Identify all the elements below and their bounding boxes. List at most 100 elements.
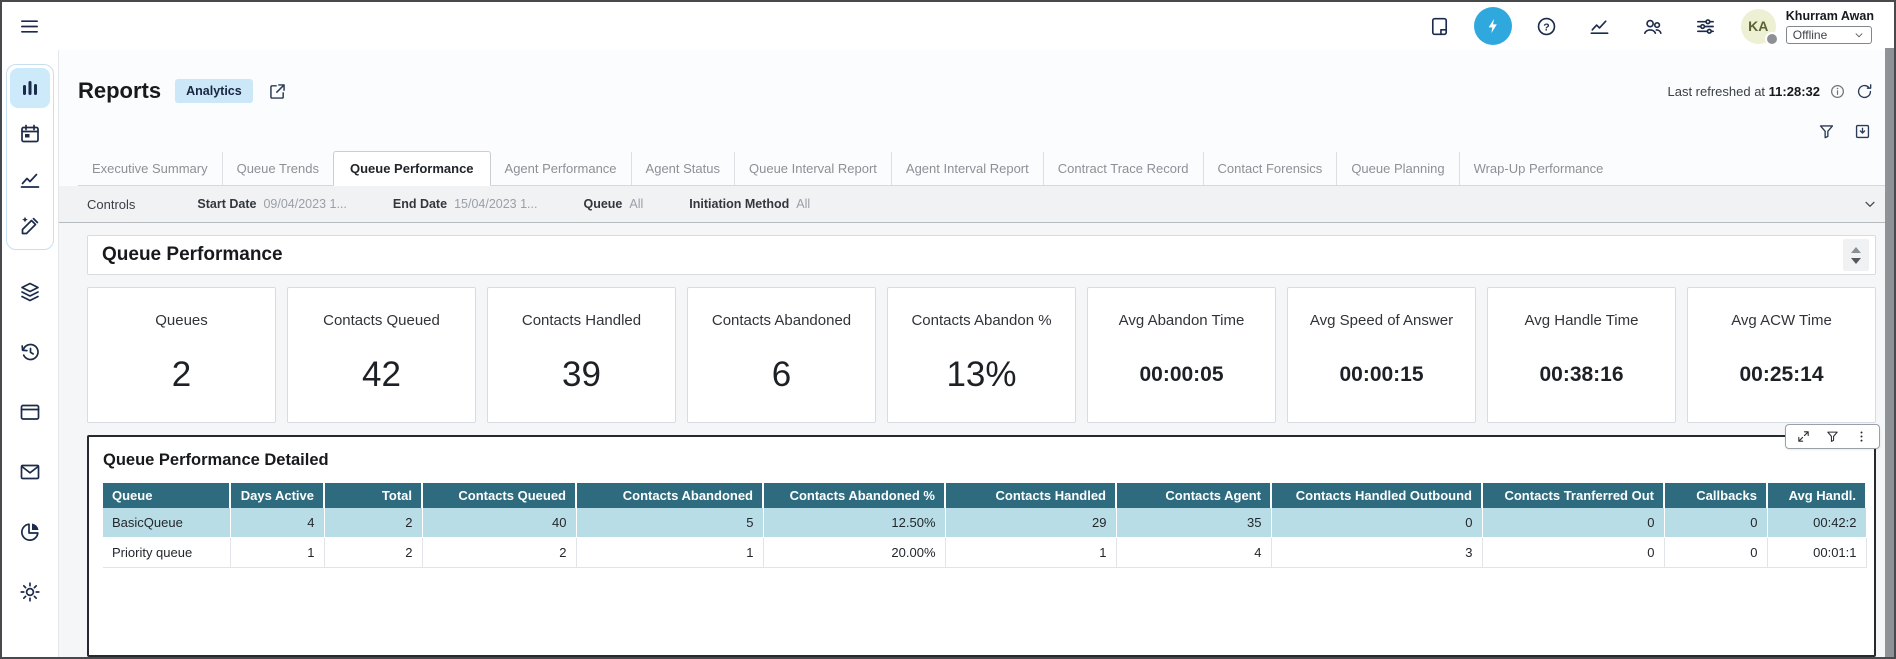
info-icon[interactable]	[1829, 83, 1846, 100]
tab-executive-summary[interactable]: Executive Summary	[78, 152, 222, 185]
filter-value: 15/04/2023 1...	[454, 197, 537, 211]
kpi-value: 00:38:16	[1488, 363, 1675, 387]
queue-performance-detailed-panel[interactable]: Queue Performance Detailed QueueDays Act…	[87, 435, 1876, 657]
window-scrollbar[interactable]	[1885, 48, 1894, 657]
stepper-down-icon[interactable]	[1851, 258, 1861, 264]
cell: 0	[1664, 508, 1767, 538]
user-area: KA Khurram Awan Offline	[1741, 9, 1874, 44]
status-select[interactable]: Offline	[1786, 26, 1872, 44]
column-header-contacts-abandoned[interactable]: Contacts Abandoned %	[763, 483, 945, 508]
metrics-icon[interactable]	[1588, 15, 1611, 38]
refresh-icon[interactable]	[1855, 82, 1874, 101]
cell: 2	[324, 508, 422, 538]
sidebar-item-gear-icon[interactable]	[10, 572, 50, 612]
column-header-avg-handl[interactable]: Avg Handl.	[1767, 483, 1866, 508]
tab-agent-performance[interactable]: Agent Performance	[491, 152, 631, 185]
external-link-icon[interactable]	[267, 81, 288, 102]
sidebar-item-layers-icon[interactable]	[10, 272, 50, 312]
chevron-down-icon	[1853, 29, 1865, 41]
kpi-card-avg-abandon-time[interactable]: Avg Abandon Time00:00:05	[1087, 287, 1276, 423]
settings-sliders-icon[interactable]	[1694, 15, 1717, 38]
topbar: ? KA Khurram Awan Offline	[2, 2, 1894, 50]
tab-wrap-up-performance[interactable]: Wrap-Up Performance	[1459, 152, 1618, 185]
filter-value: 09/04/2023 1...	[263, 197, 346, 211]
status-dot-icon	[1765, 32, 1779, 46]
tab-queue-performance[interactable]: Queue Performance	[333, 151, 491, 186]
filter-label: Initiation Method	[689, 197, 789, 211]
column-header-contacts-abandoned[interactable]: Contacts Abandoned	[576, 483, 763, 508]
filter-funnel-icon[interactable]	[1817, 122, 1836, 141]
column-header-contacts-agent[interactable]: Contacts Agent	[1116, 483, 1271, 508]
sidebar-item-pie-chart-icon[interactable]	[10, 512, 50, 552]
table-row-basicqueue[interactable]: BasicQueue4240512.50%293500000:42:2	[103, 508, 1866, 538]
quick-actions-icon[interactable]	[1474, 7, 1512, 45]
cell: Priority queue	[103, 538, 230, 568]
sidebar-item-calendar-icon[interactable]	[10, 114, 50, 154]
cell: 2	[324, 538, 422, 568]
filter-start-date[interactable]: Start Date 09/04/2023 1...	[197, 195, 346, 213]
cell: 1	[576, 538, 763, 568]
stepper-up-icon[interactable]	[1851, 247, 1861, 253]
sidebar-item-mail-icon[interactable]	[10, 452, 50, 492]
table-container: QueueDays ActiveTotalContacts QueuedCont…	[103, 483, 1874, 568]
sidebar-item-bar-chart-icon[interactable]	[10, 68, 50, 108]
tab-queue-planning[interactable]: Queue Planning	[1336, 152, 1458, 185]
sidebar	[2, 50, 59, 657]
kpi-label: Contacts Queued	[288, 312, 475, 329]
cell: 5	[576, 508, 763, 538]
cell: 0	[1664, 538, 1767, 568]
kebab-menu-icon[interactable]	[1854, 429, 1869, 444]
kpi-value: 00:25:14	[1688, 363, 1875, 387]
filter-label: Start Date	[197, 197, 256, 211]
topbar-right: ? KA Khurram Awan Offline	[1428, 7, 1874, 45]
column-header-contacts-tranferred-out[interactable]: Contacts Tranferred Out	[1482, 483, 1664, 508]
kpi-card-contacts-handled[interactable]: Contacts Handled39	[487, 287, 676, 423]
sidebar-item-line-chart-icon[interactable]	[10, 160, 50, 200]
agents-icon[interactable]	[1641, 15, 1664, 38]
kpi-card-queues[interactable]: Queues2	[87, 287, 276, 423]
filter-initiation-method[interactable]: Initiation MethodAll	[689, 195, 810, 213]
column-header-total[interactable]: Total	[324, 483, 422, 508]
kpi-card-contacts-abandoned[interactable]: Contacts Abandoned6	[687, 287, 876, 423]
kpi-card-contacts-queued[interactable]: Contacts Queued42	[287, 287, 476, 423]
queue-performance-table: QueueDays ActiveTotalContacts QueuedCont…	[103, 483, 1867, 568]
cell: 3	[1271, 538, 1482, 568]
cell: 40	[422, 508, 576, 538]
download-icon[interactable]	[1853, 122, 1872, 141]
filter-queue[interactable]: QueueAll	[583, 195, 643, 213]
analytics-badge: Analytics	[175, 79, 253, 103]
sidebar-item-browser-window-icon[interactable]	[10, 392, 50, 432]
expand-icon[interactable]	[1796, 429, 1811, 444]
column-header-contacts-handled-outbound[interactable]: Contacts Handled Outbound	[1271, 483, 1482, 508]
controls-expand-chevron-icon[interactable]	[1862, 196, 1878, 212]
tab-contact-forensics[interactable]: Contact Forensics	[1203, 152, 1337, 185]
controls-label: Controls	[87, 197, 135, 212]
topbar-icon-group: ?	[1428, 7, 1717, 45]
column-header-days-active[interactable]: Days Active	[230, 483, 324, 508]
kpi-card-contacts-abandon[interactable]: Contacts Abandon %13%	[887, 287, 1076, 423]
kpi-card-avg-speed-of-answer[interactable]: Avg Speed of Answer00:00:15	[1287, 287, 1476, 423]
sidebar-item-design-brush-icon[interactable]	[10, 206, 50, 246]
tab-queue-interval-report[interactable]: Queue Interval Report	[734, 152, 891, 185]
tab-queue-trends[interactable]: Queue Trends	[222, 152, 333, 185]
kpi-label: Avg Abandon Time	[1088, 312, 1275, 329]
table-row-priority-queue[interactable]: Priority queue122120.00%1430000:01:1	[103, 538, 1866, 568]
column-header-contacts-handled[interactable]: Contacts Handled	[945, 483, 1116, 508]
sidebar-item-history-icon[interactable]	[10, 332, 50, 372]
kpi-card-avg-acw-time[interactable]: Avg ACW Time00:25:14	[1687, 287, 1876, 423]
column-header-contacts-queued[interactable]: Contacts Queued	[422, 483, 576, 508]
section-stepper[interactable]	[1843, 239, 1869, 271]
filter-end-date[interactable]: End Date15/04/2023 1...	[393, 195, 538, 213]
widget-filter-funnel-icon[interactable]	[1825, 429, 1840, 444]
kpi-label: Avg Handle Time	[1488, 312, 1675, 329]
note-icon[interactable]	[1428, 15, 1451, 38]
tab-agent-status[interactable]: Agent Status	[631, 152, 734, 185]
column-header-queue[interactable]: Queue	[103, 483, 230, 508]
hamburger-menu-icon[interactable]	[16, 13, 43, 40]
tab-agent-interval-report[interactable]: Agent Interval Report	[891, 152, 1043, 185]
help-icon[interactable]: ?	[1535, 15, 1558, 38]
avatar[interactable]: KA	[1741, 9, 1776, 44]
kpi-card-avg-handle-time[interactable]: Avg Handle Time 00:38:16	[1487, 287, 1676, 423]
column-header-callbacks[interactable]: Callbacks	[1664, 483, 1767, 508]
tab-contract-trace-record[interactable]: Contract Trace Record	[1043, 152, 1203, 185]
